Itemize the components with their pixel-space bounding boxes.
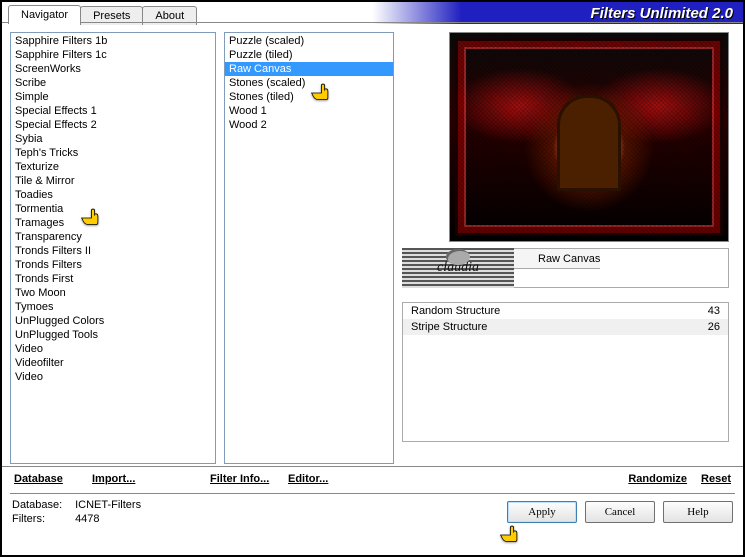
category-item[interactable]: Tramages bbox=[11, 216, 215, 230]
category-item[interactable]: Tronds First bbox=[11, 272, 215, 286]
editor-button[interactable]: Editor... bbox=[284, 471, 356, 487]
category-item[interactable]: Two Moon bbox=[11, 286, 215, 300]
category-item[interactable]: Texturize bbox=[11, 160, 215, 174]
category-item[interactable]: Toadies bbox=[11, 188, 215, 202]
filter-item[interactable]: Wood 1 bbox=[225, 104, 393, 118]
category-item[interactable]: Tronds Filters II bbox=[11, 244, 215, 258]
reset-button[interactable]: Reset bbox=[697, 471, 735, 487]
filter-name-label: Raw Canvas bbox=[514, 249, 600, 269]
category-item[interactable]: Sybia bbox=[11, 132, 215, 146]
category-item[interactable]: Tile & Mirror bbox=[11, 174, 215, 188]
param-value: 43 bbox=[708, 305, 720, 317]
filter-item[interactable]: Stones (scaled) bbox=[225, 76, 393, 90]
preview-image bbox=[449, 32, 729, 242]
category-item[interactable]: UnPlugged Colors bbox=[11, 314, 215, 328]
category-item[interactable]: Special Effects 2 bbox=[11, 118, 215, 132]
category-item[interactable]: Simple bbox=[11, 90, 215, 104]
param-value: 26 bbox=[708, 321, 720, 333]
footer-info: Database: ICNET-Filters Filters: 4478 bbox=[12, 498, 141, 526]
filter-item[interactable]: Puzzle (tiled) bbox=[225, 48, 393, 62]
filter-item[interactable]: Puzzle (scaled) bbox=[225, 34, 393, 48]
category-item[interactable]: UnPlugged Tools bbox=[11, 328, 215, 342]
category-item[interactable]: Tormentia bbox=[11, 202, 215, 216]
category-item[interactable]: Sapphire Filters 1c bbox=[11, 48, 215, 62]
category-item[interactable]: Tronds Filters bbox=[11, 258, 215, 272]
category-item[interactable]: Video bbox=[11, 342, 215, 356]
param-row[interactable]: Stripe Structure 26 bbox=[403, 319, 728, 335]
category-item[interactable]: ScreenWorks bbox=[11, 62, 215, 76]
filter-list[interactable]: Puzzle (scaled)Puzzle (tiled)Raw CanvasS… bbox=[224, 32, 394, 464]
category-item[interactable]: Scribe bbox=[11, 76, 215, 90]
param-label: Stripe Structure bbox=[411, 321, 487, 333]
database-button[interactable]: Database bbox=[10, 471, 82, 487]
help-button[interactable]: Help bbox=[663, 501, 733, 523]
category-item[interactable]: Teph's Tricks bbox=[11, 146, 215, 160]
apply-button[interactable]: Apply bbox=[507, 501, 577, 523]
category-item[interactable]: Transparency bbox=[11, 230, 215, 244]
category-item[interactable]: Tymoes bbox=[11, 300, 215, 314]
filter-item[interactable]: Stones (tiled) bbox=[225, 90, 393, 104]
author-logo: claudia bbox=[402, 248, 514, 288]
category-item[interactable]: Videofilter bbox=[11, 356, 215, 370]
category-item[interactable]: Special Effects 1 bbox=[11, 104, 215, 118]
category-item[interactable]: Video bbox=[11, 370, 215, 384]
param-row[interactable]: Random Structure 43 bbox=[403, 303, 728, 319]
randomize-button[interactable]: Randomize bbox=[624, 471, 691, 487]
category-item[interactable]: Sapphire Filters 1b bbox=[11, 34, 215, 48]
cancel-button[interactable]: Cancel bbox=[585, 501, 655, 523]
filter-item[interactable]: Wood 2 bbox=[225, 118, 393, 132]
tab-navigator[interactable]: Navigator bbox=[8, 5, 81, 24]
param-label: Random Structure bbox=[411, 305, 500, 317]
parameter-panel: Random Structure 43 Stripe Structure 26 bbox=[402, 302, 729, 442]
import-button[interactable]: Import... bbox=[88, 471, 160, 487]
category-list[interactable]: Sapphire Filters 1bSapphire Filters 1cSc… bbox=[10, 32, 216, 464]
filter-item[interactable]: Raw Canvas bbox=[225, 62, 393, 76]
filter-info-button[interactable]: Filter Info... bbox=[206, 471, 278, 487]
